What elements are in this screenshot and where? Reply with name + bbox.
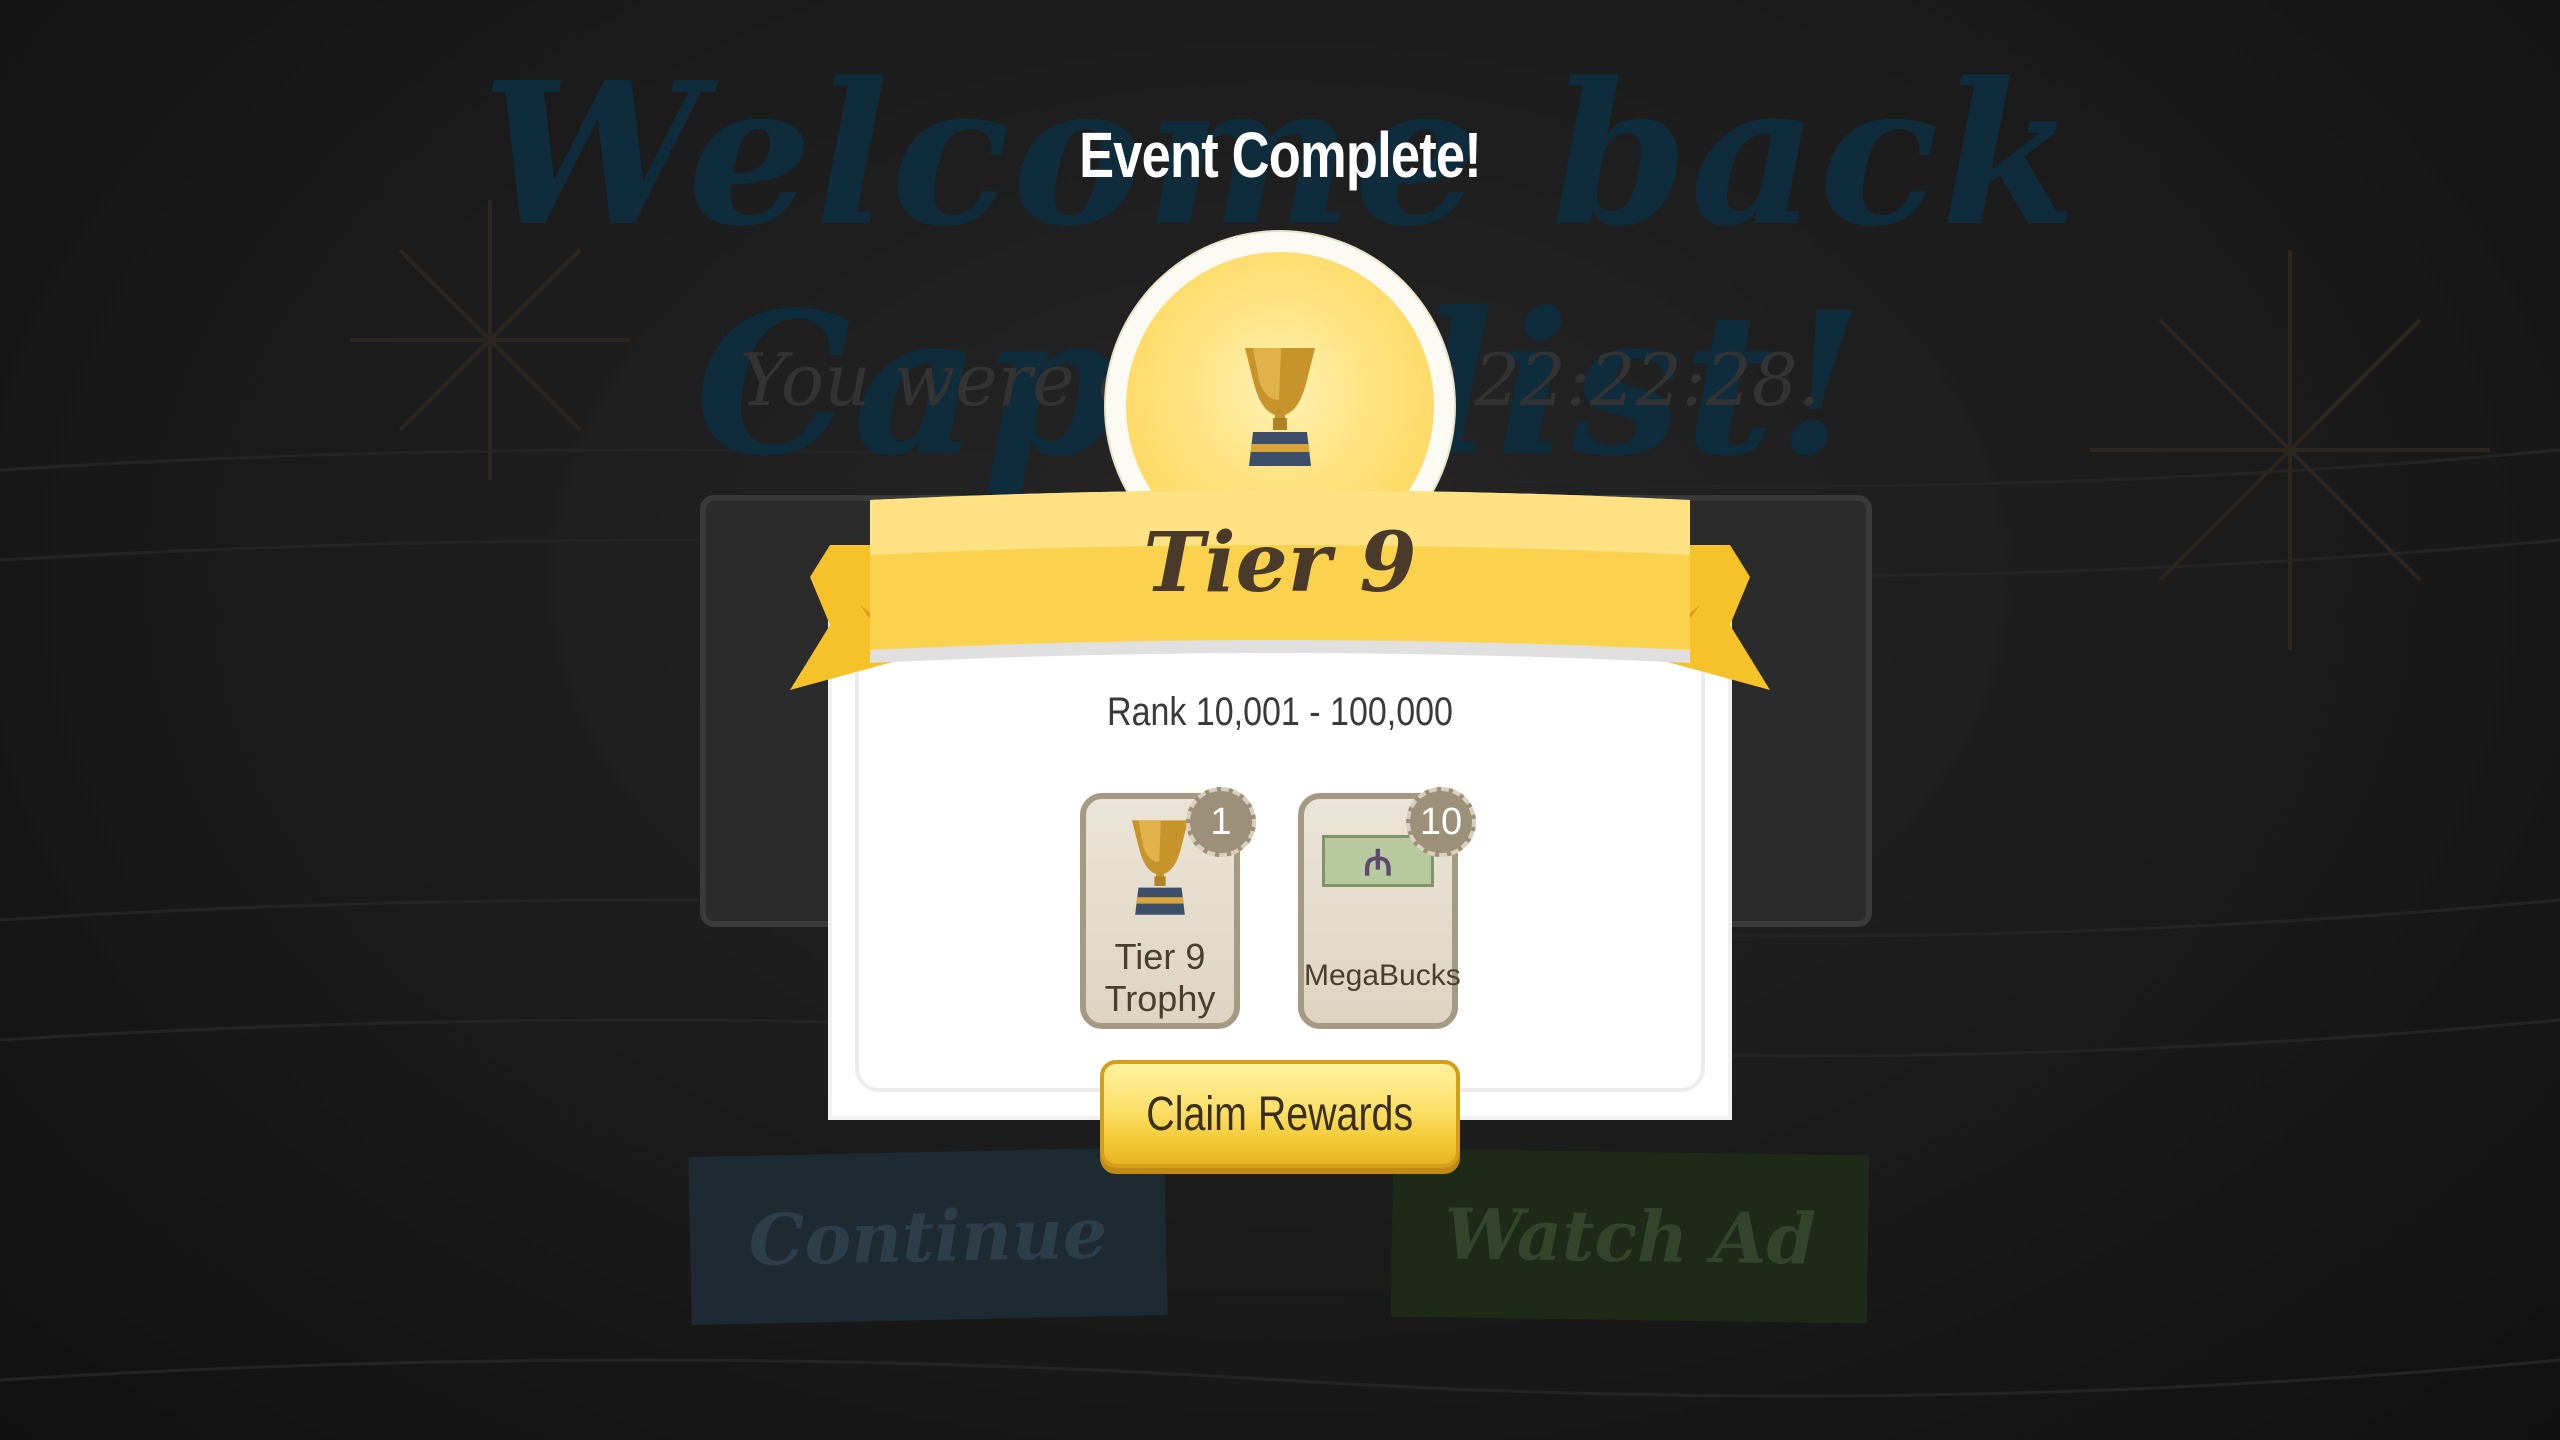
- claim-rewards-label: Claim Rewards: [1146, 1087, 1414, 1141]
- event-complete-title: Event Complete!: [1079, 119, 1482, 191]
- reward-name-line1: Tier 9: [1114, 936, 1206, 977]
- tier-label: Tier 9: [1143, 515, 1417, 611]
- reward-name-line1: MegaBucks: [1304, 959, 1461, 992]
- claim-rewards-button[interactable]: Claim Rewards: [1100, 1060, 1460, 1168]
- continue-button: Continue: [688, 1147, 1168, 1325]
- reward-count-badge: 1: [1186, 787, 1256, 857]
- trophy-icon: [1132, 820, 1188, 915]
- reward-count-badge: 10: [1406, 787, 1476, 857]
- rank-range-text: Rank 10,001 - 100,000: [1107, 690, 1453, 734]
- reward-name-line2: Trophy: [1104, 978, 1216, 1019]
- watch-ad-button: Watch Ad: [1390, 1148, 1870, 1324]
- trophy-icon: [1245, 348, 1315, 466]
- megabucks-symbol: ₼: [1363, 842, 1393, 884]
